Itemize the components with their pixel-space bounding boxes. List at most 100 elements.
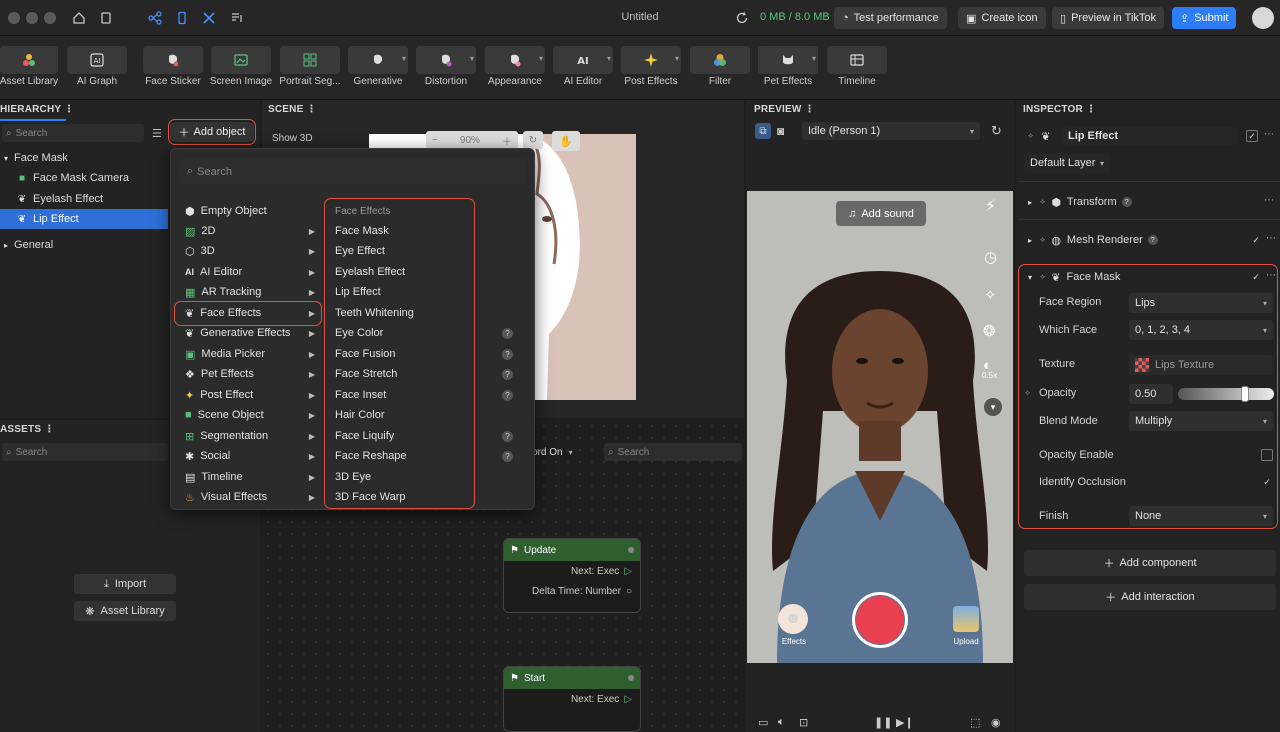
filter-list-icon[interactable]: ☰ [152, 127, 162, 140]
record-dropdown[interactable]: ord On ▾ [532, 443, 596, 461]
zoom-control[interactable]: − 90% ＋ [426, 131, 518, 149]
submenu-eye-effect[interactable]: Eye Effect [327, 241, 517, 261]
chevron-down-icon[interactable]: ▾ [984, 398, 1002, 416]
tool-timeline[interactable]: Timeline [827, 46, 887, 98]
upload-image-icon[interactable] [953, 606, 979, 632]
submenu-face-liquify[interactable]: Face Liquify? [327, 426, 517, 446]
submenu-lip-effect[interactable]: Lip Effect [327, 282, 517, 302]
tool-portrait-segmentation[interactable]: Portrait Seg... [279, 46, 341, 98]
close-window-dot[interactable] [8, 12, 20, 24]
submenu-3d-face-warp[interactable]: 3D Face Warp [327, 487, 517, 507]
menu-empty-object[interactable]: ⬢ Empty Object [181, 201, 321, 221]
step-forward-icon[interactable]: ▶❙ [896, 716, 914, 729]
tool-generative[interactable]: ▾ Generative [348, 46, 408, 98]
menu-segmentation[interactable]: ⊞ Segmentation ▶ [181, 426, 321, 446]
phone-icon[interactable] [173, 9, 191, 27]
help-icon[interactable]: ? [1147, 235, 1158, 245]
submenu-face-inset[interactable]: Face Inset? [327, 385, 517, 405]
blend-mode-select[interactable]: Multiply ▾ [1129, 411, 1273, 431]
submenu-hair-color[interactable]: Hair Color [327, 405, 517, 425]
rotate-icon[interactable]: ↻ [523, 131, 543, 149]
menu-generative-effects[interactable]: ❦ Generative Effects ▶ [181, 323, 321, 343]
menu-3d[interactable]: ⬡ 3D ▶ [181, 241, 321, 261]
refresh-icon[interactable] [733, 9, 751, 27]
avatar[interactable] [1252, 7, 1274, 29]
submenu-face-reshape[interactable]: Face Reshape? [327, 446, 517, 466]
object-name-input[interactable]: Lip Effect [1062, 127, 1238, 145]
maximize-window-dot[interactable] [44, 12, 56, 24]
person-select[interactable]: Idle (Person 1) ▾ [802, 122, 980, 140]
object-enabled-checkbox[interactable]: ✓ [1246, 130, 1258, 142]
opacity-input[interactable]: 0.50 [1129, 384, 1173, 404]
face-region-select[interactable]: Lips ▾ [1129, 293, 1273, 313]
audio-script-icon[interactable] [228, 9, 246, 27]
update-node[interactable]: ⚑ Update Next: Exec ▷ Delta Time: Number ○ [503, 538, 641, 613]
tool-filter[interactable]: Filter [690, 46, 750, 98]
submenu-3d-eye[interactable]: 3D Eye [327, 467, 517, 487]
opacity-enable-checkbox[interactable] [1261, 449, 1273, 461]
asset-library-button[interactable]: ❋ Asset Library [74, 601, 176, 621]
device-icon[interactable]: ▭ [758, 716, 768, 729]
exec-port[interactable]: Next: Exec ▷ [504, 561, 640, 581]
help-icon[interactable]: ? [1121, 197, 1132, 207]
test-performance-button[interactable]: ◔ Test performance [834, 7, 947, 29]
more-options-icon[interactable]: ⋯ [1264, 195, 1274, 206]
delta-time-port[interactable]: Delta Time: Number ○ [504, 581, 640, 601]
assets-search-input[interactable]: ⌕ Search [2, 443, 168, 461]
help-icon[interactable]: ? [502, 450, 513, 462]
add-object-button[interactable]: ＋ Add object [170, 122, 254, 142]
effects-smiley-icon[interactable]: ☻ [778, 604, 808, 634]
opacity-slider[interactable] [1178, 386, 1274, 402]
help-icon[interactable]: ? [502, 389, 513, 401]
timer-icon[interactable]: ◷ [984, 248, 997, 266]
drag-handle-icon[interactable]: ⟡ [1028, 131, 1033, 141]
hierarchy-search-input[interactable]: ⌕ Search [2, 124, 144, 142]
keyframe-icon[interactable]: ⟡ [1025, 388, 1030, 398]
beauty-circles-icon[interactable]: ❂ [983, 322, 996, 340]
graph-search-input[interactable]: ⌕ Search [604, 443, 742, 461]
panel-layout-icon[interactable] [97, 9, 115, 27]
zoom-out-icon[interactable]: − [432, 135, 438, 146]
exec-port[interactable]: Next: Exec ▷ [504, 689, 640, 709]
identify-occlusion-checkbox[interactable]: ✓ [1261, 476, 1273, 488]
more-options-icon[interactable]: ⋯ [1266, 270, 1276, 281]
submit-button[interactable]: ⇪ Submit [1172, 7, 1237, 29]
menu-2d[interactable]: ▨ 2D ▶ [181, 221, 321, 241]
menu-social[interactable]: ✱ Social ▶ [181, 446, 321, 466]
face-mask-component-header[interactable]: ▾ ⟡ ❦ Face Mask [1024, 268, 1280, 286]
help-icon[interactable]: ? [502, 327, 513, 339]
help-icon[interactable]: ? [502, 430, 513, 442]
tree-item-eyelash-effect[interactable]: ❦ Eyelash Effect [0, 189, 168, 209]
camera-icon[interactable]: ◙ [777, 124, 784, 138]
tool-ai-graph[interactable]: AI AI Graph [67, 46, 127, 98]
select-area-icon[interactable]: ⬚ [970, 716, 980, 729]
add-sound-button[interactable]: ♫ Add sound [836, 201, 926, 226]
record-button[interactable] [852, 592, 908, 648]
preview-in-tiktok-button[interactable]: ▯ Preview in TikTok [1052, 7, 1165, 29]
layer-select[interactable]: Default Layer ▾ [1024, 153, 1110, 173]
import-button[interactable]: ⤓ Import [74, 574, 176, 594]
mesh-renderer-component-header[interactable]: ▸ ⟡ ◍ Mesh Renderer ? [1024, 231, 1280, 249]
refresh-icon[interactable]: ↻ [991, 123, 1002, 139]
texture-picker[interactable]: Lips Texture [1129, 355, 1273, 375]
menu-scene-object[interactable]: ■ Scene Object ▶ [181, 405, 321, 425]
tool-ai-editor[interactable]: AI ▾ AI Editor [553, 46, 613, 98]
pause-icon[interactable]: ❚❚ [874, 716, 892, 729]
tool-distortion[interactable]: ▾ Distortion [416, 46, 476, 98]
menu-visual-effects[interactable]: ♨ Visual Effects ▶ [181, 487, 321, 507]
menu-post-effect[interactable]: ✦ Post Effect ▶ [181, 385, 321, 405]
volume-icon[interactable]: 🔈︎ [778, 716, 785, 729]
menu-ai-editor[interactable]: AI AI Editor ▶ [181, 262, 321, 282]
add-component-button[interactable]: ＋ Add component [1024, 550, 1276, 576]
start-node[interactable]: ⚑ Start Next: Exec ▷ [503, 666, 641, 732]
show-3d-label[interactable]: Show 3D [272, 133, 313, 144]
share-graph-icon[interactable] [146, 9, 164, 27]
tree-item-lip-effect[interactable]: ❦ Lip Effect [0, 209, 168, 229]
tool-pet-effects[interactable]: ▾ Pet Effects [758, 46, 818, 98]
add-interaction-button[interactable]: ＋ Add interaction [1024, 584, 1276, 610]
which-face-select[interactable]: 0, 1, 2, 3, 4 ▾ [1129, 320, 1273, 340]
flash-icon[interactable]: ⚡ [985, 196, 996, 216]
hand-icon[interactable]: ✋ [552, 131, 580, 151]
opacity-slider-thumb[interactable] [1241, 386, 1249, 402]
transform-component-header[interactable]: ▸ ⟡ ⬢ Transform ? [1024, 193, 1280, 211]
